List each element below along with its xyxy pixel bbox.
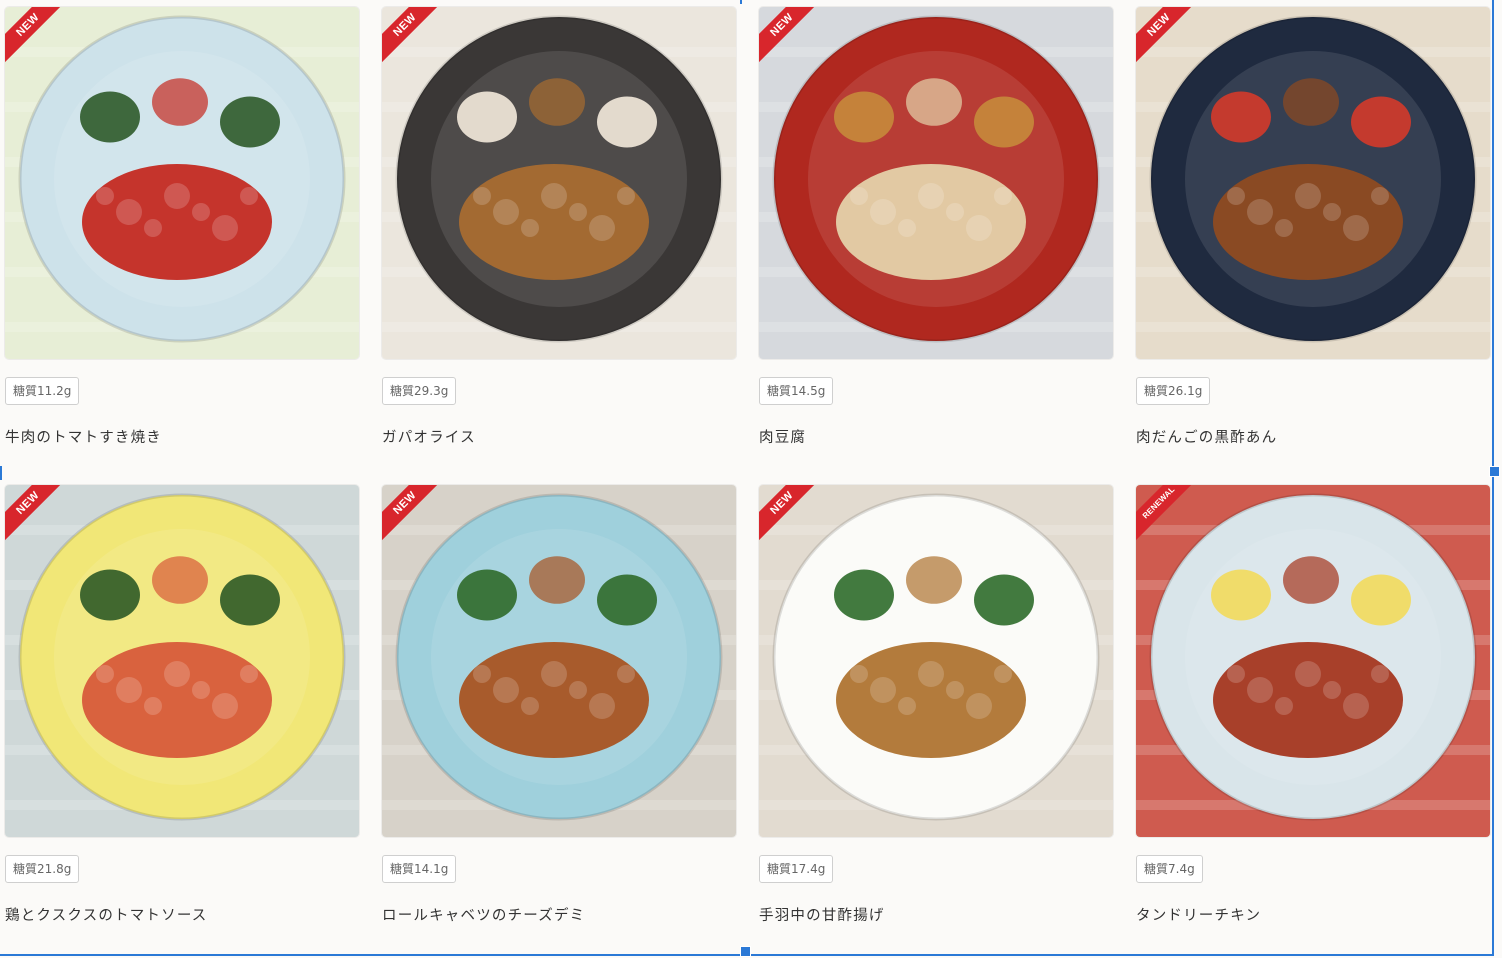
product-photo[interactable]: NEW bbox=[759, 485, 1113, 837]
selection-handle-top[interactable] bbox=[740, 0, 742, 4]
product-card[interactable]: NEW 糖質26.1g 肉だんごの黒酢あん bbox=[1136, 7, 1490, 485]
dish-illustration bbox=[759, 7, 1113, 359]
carb-badge: 糖質11.2g bbox=[5, 377, 80, 405]
product-photo[interactable]: NEW bbox=[382, 7, 736, 359]
selection-handle-bottom[interactable] bbox=[740, 946, 751, 957]
product-photo[interactable]: NEW bbox=[5, 7, 359, 359]
carb-badge: 糖質29.3g bbox=[382, 377, 457, 405]
product-card[interactable]: NEW 糖質11.2g 牛肉のトマトすき焼き bbox=[5, 7, 359, 485]
product-name[interactable]: 牛肉のトマトすき焼き bbox=[5, 426, 162, 447]
product-name[interactable]: タンドリーチキン bbox=[1136, 904, 1261, 925]
carb-badge: 糖質14.1g bbox=[382, 855, 457, 883]
carb-badge: 糖質7.4g bbox=[1136, 855, 1203, 883]
selection-handle-right[interactable] bbox=[1489, 466, 1500, 477]
product-card[interactable]: RENEWAL 糖質7.4g タンドリーチキン bbox=[1136, 485, 1490, 958]
carb-badge: 糖質17.4g bbox=[759, 855, 834, 883]
product-name[interactable]: 手羽中の甘酢揚げ bbox=[759, 904, 885, 925]
product-card[interactable]: NEW 糖質29.3g ガパオライス bbox=[382, 7, 736, 485]
product-name[interactable]: 鶏とクスクスのトマトソース bbox=[5, 904, 208, 925]
carb-badge: 糖質14.5g bbox=[759, 377, 834, 405]
product-photo[interactable]: NEW bbox=[5, 485, 359, 837]
dish-illustration bbox=[382, 7, 736, 359]
selection-outline-right bbox=[1492, 0, 1494, 956]
product-grid: NEW 糖質11.2g 牛肉のトマトすき焼き NEW 糖質29.3g ガパオライス NEW 糖… bbox=[5, 7, 1490, 958]
product-photo[interactable]: NEW bbox=[1136, 7, 1490, 359]
dish-illustration bbox=[5, 7, 359, 359]
product-photo[interactable]: NEW bbox=[382, 485, 736, 837]
dish-illustration bbox=[1136, 485, 1490, 837]
dish-illustration bbox=[382, 485, 736, 837]
product-card[interactable]: NEW 糖質17.4g 手羽中の甘酢揚げ bbox=[759, 485, 1113, 958]
carb-badge: 糖質26.1g bbox=[1136, 377, 1211, 405]
product-photo[interactable]: NEW bbox=[759, 7, 1113, 359]
product-name[interactable]: ガパオライス bbox=[382, 426, 476, 447]
dish-illustration bbox=[5, 485, 359, 837]
carb-badge: 糖質21.8g bbox=[5, 855, 80, 883]
product-name[interactable]: 肉豆腐 bbox=[759, 426, 806, 447]
product-grid-page: NEW 糖質11.2g 牛肉のトマトすき焼き NEW 糖質29.3g ガパオライス NEW 糖… bbox=[0, 0, 1502, 958]
dish-illustration bbox=[759, 485, 1113, 837]
product-name[interactable]: ロールキャベツのチーズデミ bbox=[382, 904, 585, 925]
product-photo[interactable]: RENEWAL bbox=[1136, 485, 1490, 837]
dish-illustration bbox=[1136, 7, 1490, 359]
selection-handle-left[interactable] bbox=[0, 466, 2, 480]
product-name[interactable]: 肉だんごの黒酢あん bbox=[1136, 426, 1277, 447]
product-card[interactable]: NEW 糖質14.1g ロールキャベツのチーズデミ bbox=[382, 485, 736, 958]
product-card[interactable]: NEW 糖質14.5g 肉豆腐 bbox=[759, 7, 1113, 485]
product-card[interactable]: NEW 糖質21.8g 鶏とクスクスのトマトソース bbox=[5, 485, 359, 958]
